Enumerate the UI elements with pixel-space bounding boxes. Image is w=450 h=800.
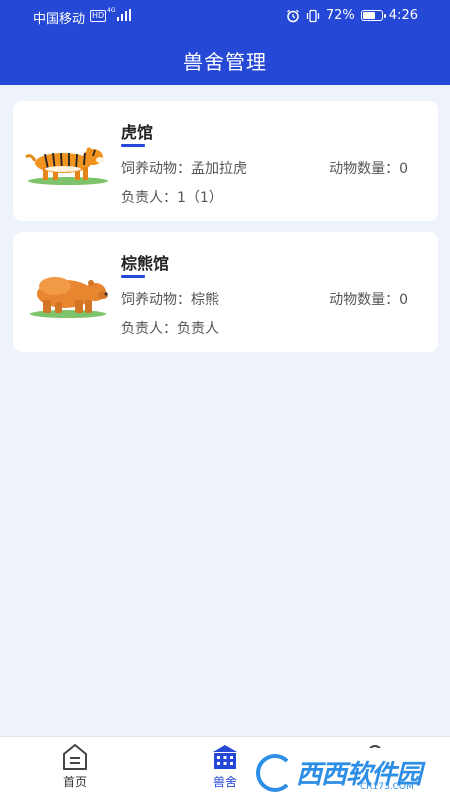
animal-count: 动物数量：0 [329, 161, 408, 177]
keeper: 负责人：1（1） [121, 190, 223, 206]
clock: 4:26 [388, 8, 418, 23]
network-type: 4G [107, 7, 116, 14]
home-icon [63, 744, 87, 770]
animal-count: 动物数量：0 [329, 292, 408, 308]
feed-animal: 饲养动物：孟加拉虎 [121, 161, 247, 177]
building-icon [213, 745, 237, 769]
signal-icon [117, 9, 131, 21]
name-underline [121, 144, 145, 147]
alarm-icon [286, 9, 299, 22]
watermark: 西西软件园 CR173.COM [250, 748, 430, 798]
name-underline [121, 275, 145, 278]
page-title: 兽舍管理 [183, 50, 267, 74]
tab-home-label: 首页 [62, 775, 87, 789]
enclosure-card-tiger[interactable]: 虎馆 饲养动物：孟加拉虎 动物数量：0 负责人：1（1） [13, 101, 438, 221]
battery-icon [360, 10, 386, 21]
carrier-label: 中国移动 [33, 12, 86, 27]
enclosure-name: 虎馆 [121, 123, 154, 142]
tab-enclosures-label: 兽舍 [212, 775, 237, 789]
bear-image [30, 277, 108, 318]
tiger-image [25, 147, 108, 185]
watermark-logo [256, 754, 294, 792]
feed-animal: 饲养动物：棕熊 [121, 292, 219, 308]
bottom-tab-bar: 首页 兽舍 我的 西西软件园 CR173.COM [0, 736, 450, 800]
enclosure-card-bear[interactable]: 棕熊馆 饲养动物：棕熊 动物数量：0 负责人：负责人 [13, 232, 438, 352]
vibrate-icon [306, 9, 320, 22]
enclosure-name: 棕熊馆 [121, 254, 170, 273]
battery-percent: 72% [325, 8, 355, 23]
hd-badge: HD [90, 10, 107, 22]
keeper: 负责人：负责人 [121, 321, 219, 337]
status-bar: 中国移动 HD 4G 72% 4:26 [0, 0, 450, 32]
watermark-url: CR173.COM [360, 782, 414, 792]
app-header: 中国移动 HD 4G 72% 4:26 兽舍管理 [0, 0, 450, 85]
tab-home[interactable]: 首页 [40, 743, 110, 790]
